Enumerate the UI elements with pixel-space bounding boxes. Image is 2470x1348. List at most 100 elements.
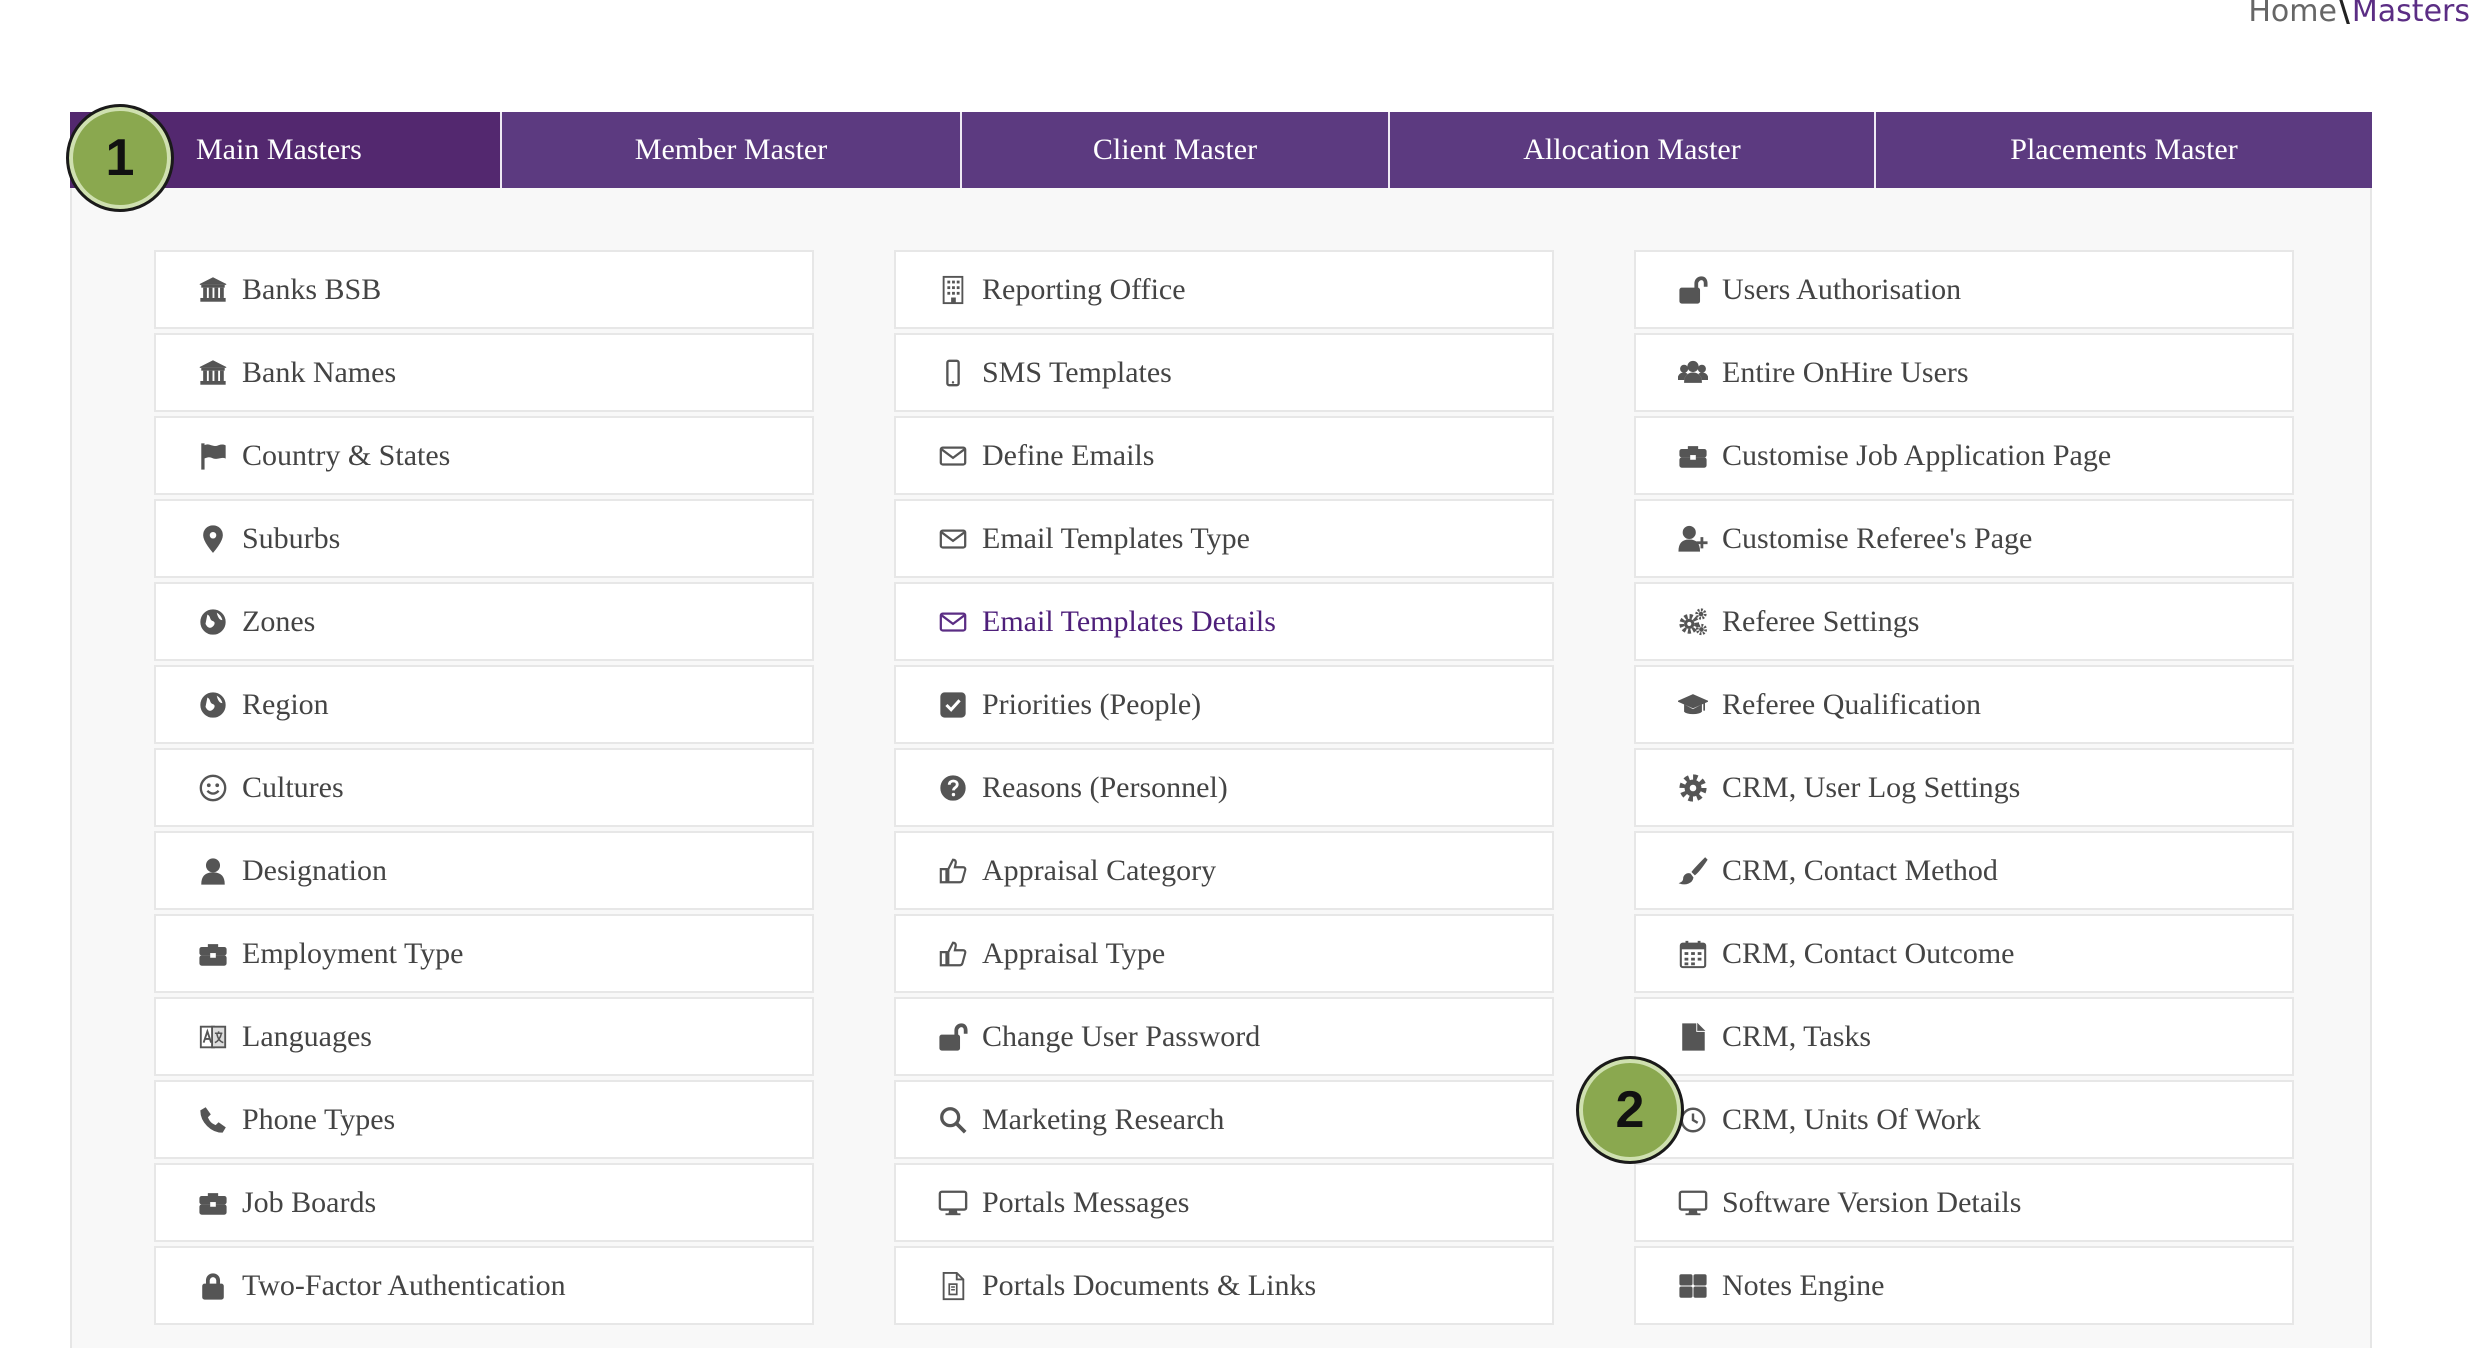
master-link-label: Zones — [242, 604, 316, 638]
master-link-country-states[interactable]: Country & States — [154, 416, 814, 495]
master-link-label: Appraisal Category — [982, 853, 1217, 887]
master-link-label: Notes Engine — [1722, 1268, 1885, 1302]
master-link-change-user-password[interactable]: Change User Password — [894, 997, 1554, 1076]
master-link-job-boards[interactable]: Job Boards — [154, 1163, 814, 1242]
masters-panel: Banks BSB Bank Names Country & States Subur… — [70, 188, 2372, 1348]
master-link-email-templates-type[interactable]: Email Templates Type — [894, 499, 1554, 578]
master-link-label: Marketing Research — [982, 1102, 1225, 1136]
bank-icon — [196, 356, 230, 390]
briefcase-icon — [1676, 439, 1710, 473]
master-link-email-templates-details[interactable]: Email Templates Details — [894, 582, 1554, 661]
master-link-users-authorisation[interactable]: Users Authorisation — [1634, 250, 2294, 329]
master-link-two-factor-authentication[interactable]: Two-Factor Authentication — [154, 1246, 814, 1325]
master-link-label: Change User Password — [982, 1019, 1261, 1053]
master-link-label: Languages — [242, 1019, 372, 1053]
smile-icon — [196, 771, 230, 805]
master-link-label: Appraisal Type — [982, 936, 1166, 970]
briefcase-icon — [196, 937, 230, 971]
master-link-reporting-office[interactable]: Reporting Office — [894, 250, 1554, 329]
master-link-marketing-research[interactable]: Marketing Research — [894, 1080, 1554, 1159]
master-link-customise-job-application-page[interactable]: Customise Job Application Page — [1634, 416, 2294, 495]
master-link-languages[interactable]: Languages — [154, 997, 814, 1076]
flag-icon — [196, 439, 230, 473]
master-link-label: Users Authorisation — [1722, 272, 1962, 306]
briefcase-icon — [196, 1186, 230, 1220]
master-link-label: Region — [242, 687, 329, 721]
master-link-sms-templates[interactable]: SMS Templates — [894, 333, 1554, 412]
master-link-label: Email Templates Type — [982, 521, 1250, 555]
breadcrumb-home[interactable]: Home — [2248, 0, 2337, 29]
master-link-label: Portals Messages — [982, 1185, 1190, 1219]
master-link-zones[interactable]: Zones — [154, 582, 814, 661]
unlock-icon — [1676, 273, 1710, 307]
bank-icon — [196, 273, 230, 307]
master-link-suburbs[interactable]: Suburbs — [154, 499, 814, 578]
master-link-cultures[interactable]: Cultures — [154, 748, 814, 827]
tab-member-master[interactable]: Member Master — [502, 112, 962, 188]
master-link-portals-documents-links[interactable]: Portals Documents & Links — [894, 1246, 1554, 1325]
master-link-label: Define Emails — [982, 438, 1155, 472]
master-link-label: Reasons (Personnel) — [982, 770, 1228, 804]
master-link-crm-units-of-work[interactable]: CRM, Units Of Work — [1634, 1080, 2294, 1159]
paint-brush-icon — [1676, 854, 1710, 888]
master-link-banks-bsb[interactable]: Banks BSB — [154, 250, 814, 329]
master-link-label: CRM, User Log Settings — [1722, 770, 2021, 804]
masters-tab-bar: Main Masters Member Master Client Master… — [70, 112, 2372, 188]
master-link-label: CRM, Contact Outcome — [1722, 936, 2015, 970]
master-link-crm-contact-outcome[interactable]: CRM, Contact Outcome — [1634, 914, 2294, 993]
envelope-icon — [936, 522, 970, 556]
breadcrumb-current: Masters — [2351, 0, 2470, 29]
master-link-label: Phone Types — [242, 1102, 396, 1136]
master-link-define-emails[interactable]: Define Emails — [894, 416, 1554, 495]
building-icon — [936, 273, 970, 307]
master-link-employment-type[interactable]: Employment Type — [154, 914, 814, 993]
envelope-icon — [936, 605, 970, 639]
master-link-region[interactable]: Region — [154, 665, 814, 744]
master-link-appraisal-type[interactable]: Appraisal Type — [894, 914, 1554, 993]
master-link-crm-tasks[interactable]: CRM, Tasks — [1634, 997, 2294, 1076]
master-link-referee-qualification[interactable]: Referee Qualification — [1634, 665, 2294, 744]
master-link-customise-referee-s-page[interactable]: Customise Referee's Page — [1634, 499, 2294, 578]
master-link-crm-user-log-settings[interactable]: CRM, User Log Settings — [1634, 748, 2294, 827]
users-icon — [1676, 356, 1710, 390]
tab-client-master[interactable]: Client Master — [962, 112, 1390, 188]
master-link-phone-types[interactable]: Phone Types — [154, 1080, 814, 1159]
master-link-appraisal-category[interactable]: Appraisal Category — [894, 831, 1554, 910]
master-link-software-version-details[interactable]: Software Version Details — [1634, 1163, 2294, 1242]
master-link-reasons-personnel[interactable]: Reasons (Personnel) — [894, 748, 1554, 827]
master-link-label: Referee Settings — [1722, 604, 1920, 638]
master-link-priorities-people[interactable]: Priorities (People) — [894, 665, 1554, 744]
master-link-label: Referee Qualification — [1722, 687, 1982, 721]
lock-icon — [196, 1269, 230, 1303]
tab-placements-master[interactable]: Placements Master — [1876, 112, 2372, 188]
search-icon — [936, 1103, 970, 1137]
master-link-label: Email Templates Details — [982, 604, 1276, 638]
unlock-icon — [936, 1020, 970, 1054]
master-link-label: Portals Documents & Links — [982, 1268, 1317, 1302]
breadcrumb-separator: \ — [2338, 0, 2350, 29]
master-link-designation[interactable]: Designation — [154, 831, 814, 910]
master-link-label: SMS Templates — [982, 355, 1172, 389]
breadcrumb: Home\Masters — [2248, 0, 2470, 29]
calendar-icon — [1676, 937, 1710, 971]
th-large-icon — [1676, 1269, 1710, 1303]
master-link-bank-names[interactable]: Bank Names — [154, 333, 814, 412]
desktop-icon — [1676, 1186, 1710, 1220]
master-link-label: Entire OnHire Users — [1722, 355, 1969, 389]
masters-column-3: Users Authorisation Entire OnHire Users Cu… — [1634, 250, 2294, 1329]
master-link-notes-engine[interactable]: Notes Engine — [1634, 1246, 2294, 1325]
question-circle-icon — [936, 771, 970, 805]
gear-icon — [1676, 771, 1710, 805]
masters-column-1: Banks BSB Bank Names Country & States Subur… — [154, 250, 814, 1329]
master-link-crm-contact-method[interactable]: CRM, Contact Method — [1634, 831, 2294, 910]
step-marker-1: 1 — [66, 104, 174, 212]
master-link-referee-settings[interactable]: Referee Settings — [1634, 582, 2294, 661]
tab-allocation-master[interactable]: Allocation Master — [1390, 112, 1876, 188]
master-link-entire-onhire-users[interactable]: Entire OnHire Users — [1634, 333, 2294, 412]
user-plus-icon — [1676, 522, 1710, 556]
master-link-label: Banks BSB — [242, 272, 382, 306]
document-icon — [936, 1269, 970, 1303]
check-square-icon — [936, 688, 970, 722]
master-link-portals-messages[interactable]: Portals Messages — [894, 1163, 1554, 1242]
globe-icon — [196, 605, 230, 639]
